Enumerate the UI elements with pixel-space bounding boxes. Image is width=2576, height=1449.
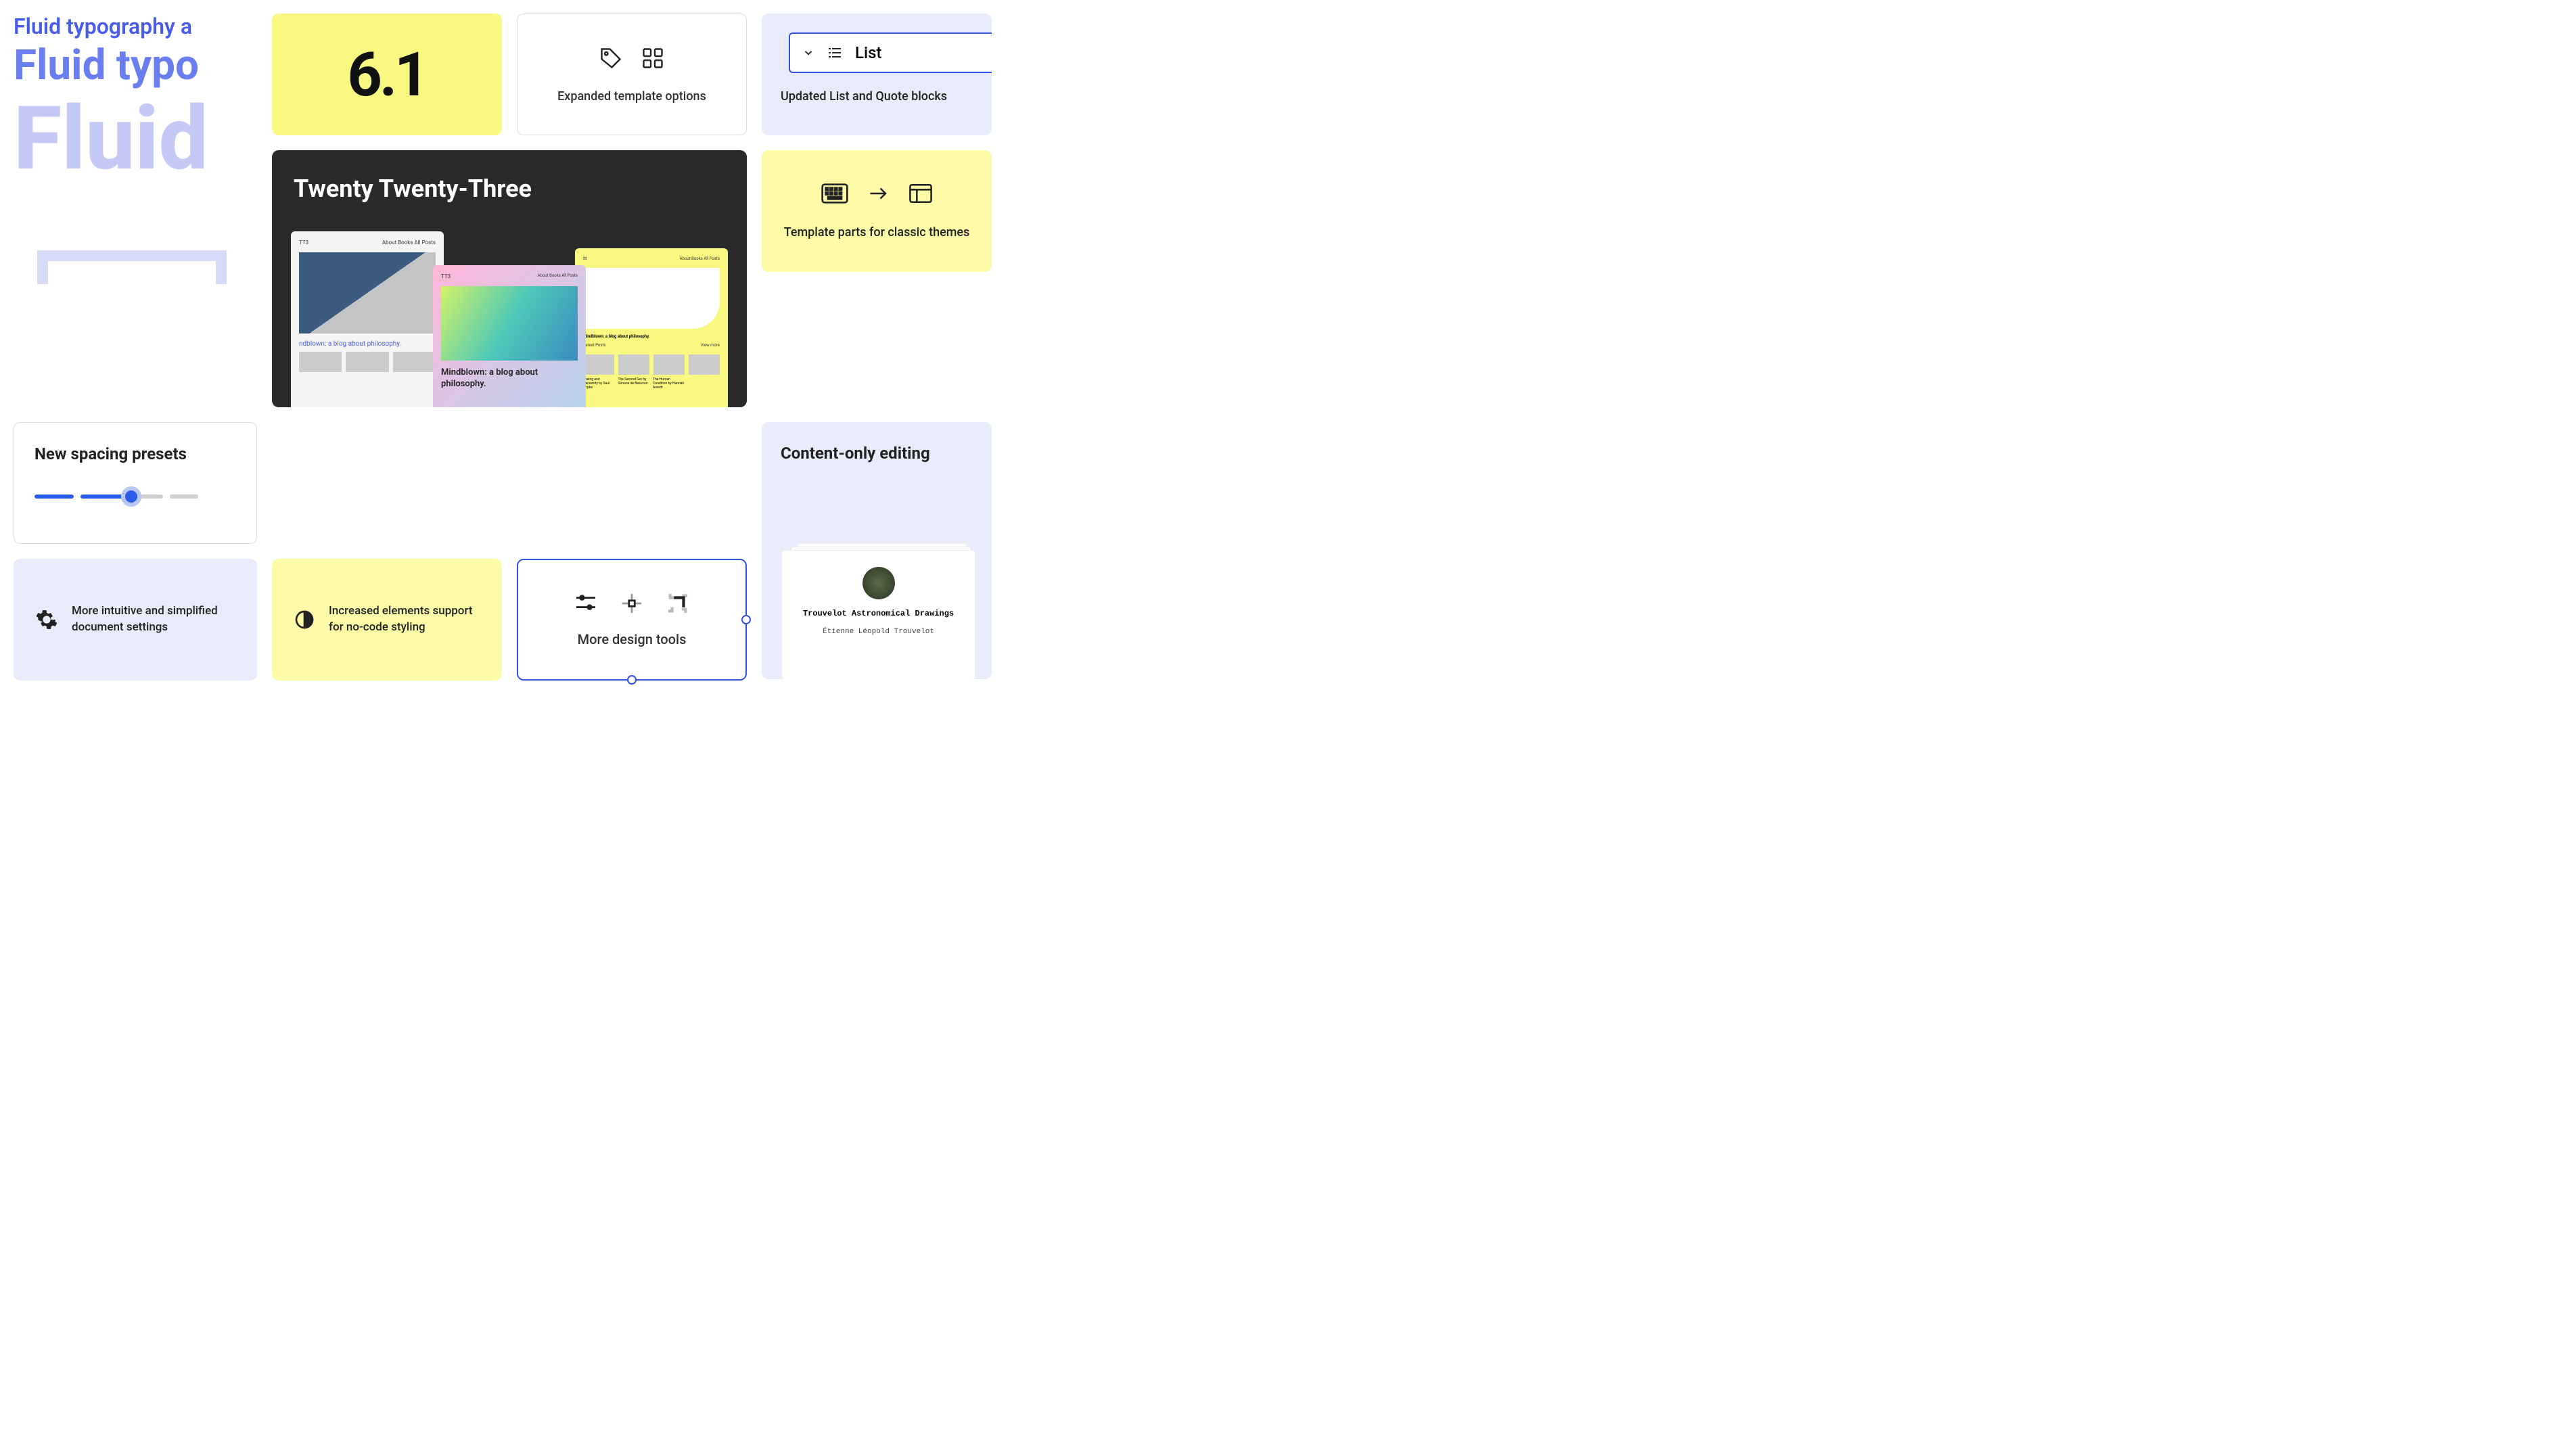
fluid-line-3: Fluid xyxy=(14,95,257,183)
template-options-card: Expanded template options xyxy=(517,14,747,135)
document-settings-card: More intuitive and simplified document s… xyxy=(14,559,257,681)
stack-card-front: Trouvelot Astronomical Drawings Étienne … xyxy=(782,551,975,679)
spacing-title: New spacing presets xyxy=(34,444,236,463)
content-only-title: Content-only editing xyxy=(781,444,992,463)
stack-card-title: Trouvelot Astronomical Drawings xyxy=(803,609,954,618)
tt3-title: Twenty Twenty-Three xyxy=(294,175,725,203)
keyboard-icon xyxy=(821,183,848,204)
template-parts-card: Template parts for classic themes xyxy=(762,150,992,272)
fluid-line-2: Fluid typo xyxy=(14,45,257,87)
tag-icon xyxy=(599,46,623,70)
resize-handle-bottom[interactable] xyxy=(627,675,637,685)
spacing-presets-card: New spacing presets xyxy=(14,422,257,544)
version-card: 6.1 xyxy=(272,14,502,135)
list-block-selector[interactable]: List xyxy=(789,32,992,73)
tt3-screenshot-1: TT3About Books All Posts Mindblown: a bl… xyxy=(433,265,586,407)
design-tools-card[interactable]: More design tools xyxy=(517,559,747,681)
crosshair-icon xyxy=(620,592,643,615)
chevron-down-icon xyxy=(802,47,814,59)
twenty-twenty-three-card: Twenty Twenty-Three TT3About Books All P… xyxy=(272,150,747,407)
stack-card-subtitle: Étienne Léopold Trouvelot xyxy=(823,628,934,636)
layout-icon xyxy=(909,183,932,204)
tt3-screenshot-3: tttAbout Books All Posts Mindblown: a bl… xyxy=(575,248,728,407)
tt3-screenshot-2: TT3About Books All Posts ndblown: a blog… xyxy=(291,231,444,407)
doc-settings-text: More intuitive and simplified document s… xyxy=(72,603,235,636)
list-icon xyxy=(827,45,843,61)
sliders-icon xyxy=(574,594,597,613)
contrast-icon xyxy=(294,609,315,630)
list-quote-card: List Updated List and Quote blocks xyxy=(762,14,992,135)
list-caption: Updated List and Quote blocks xyxy=(762,89,947,104)
spacing-slider[interactable] xyxy=(34,495,236,499)
nocode-styling-card: Increased elements support for no-code s… xyxy=(272,559,502,681)
avatar xyxy=(862,567,895,599)
template-parts-label: Template parts for classic themes xyxy=(784,225,970,239)
fluid-line-1: Fluid typography a xyxy=(14,14,257,39)
crop-icon xyxy=(666,592,689,615)
content-only-card: Content-only editing Trouvelot Astronomi… xyxy=(762,422,992,679)
template-options-label: Expanded template options xyxy=(557,89,706,104)
slider-thumb[interactable] xyxy=(121,486,141,507)
arrow-right-icon xyxy=(869,187,889,200)
resize-handle-right[interactable] xyxy=(741,615,751,624)
version-number: 6.1 xyxy=(347,39,426,110)
gear-icon xyxy=(35,608,58,631)
nocode-text: Increased elements support for no-code s… xyxy=(329,603,480,636)
fluid-typography-card: Fluid typography a Fluid typo Fluid xyxy=(14,14,257,284)
list-select-label: List xyxy=(855,43,881,62)
design-tools-label: More design tools xyxy=(578,631,687,647)
grid-icon xyxy=(641,46,665,70)
fluid-crop-box xyxy=(37,250,227,284)
